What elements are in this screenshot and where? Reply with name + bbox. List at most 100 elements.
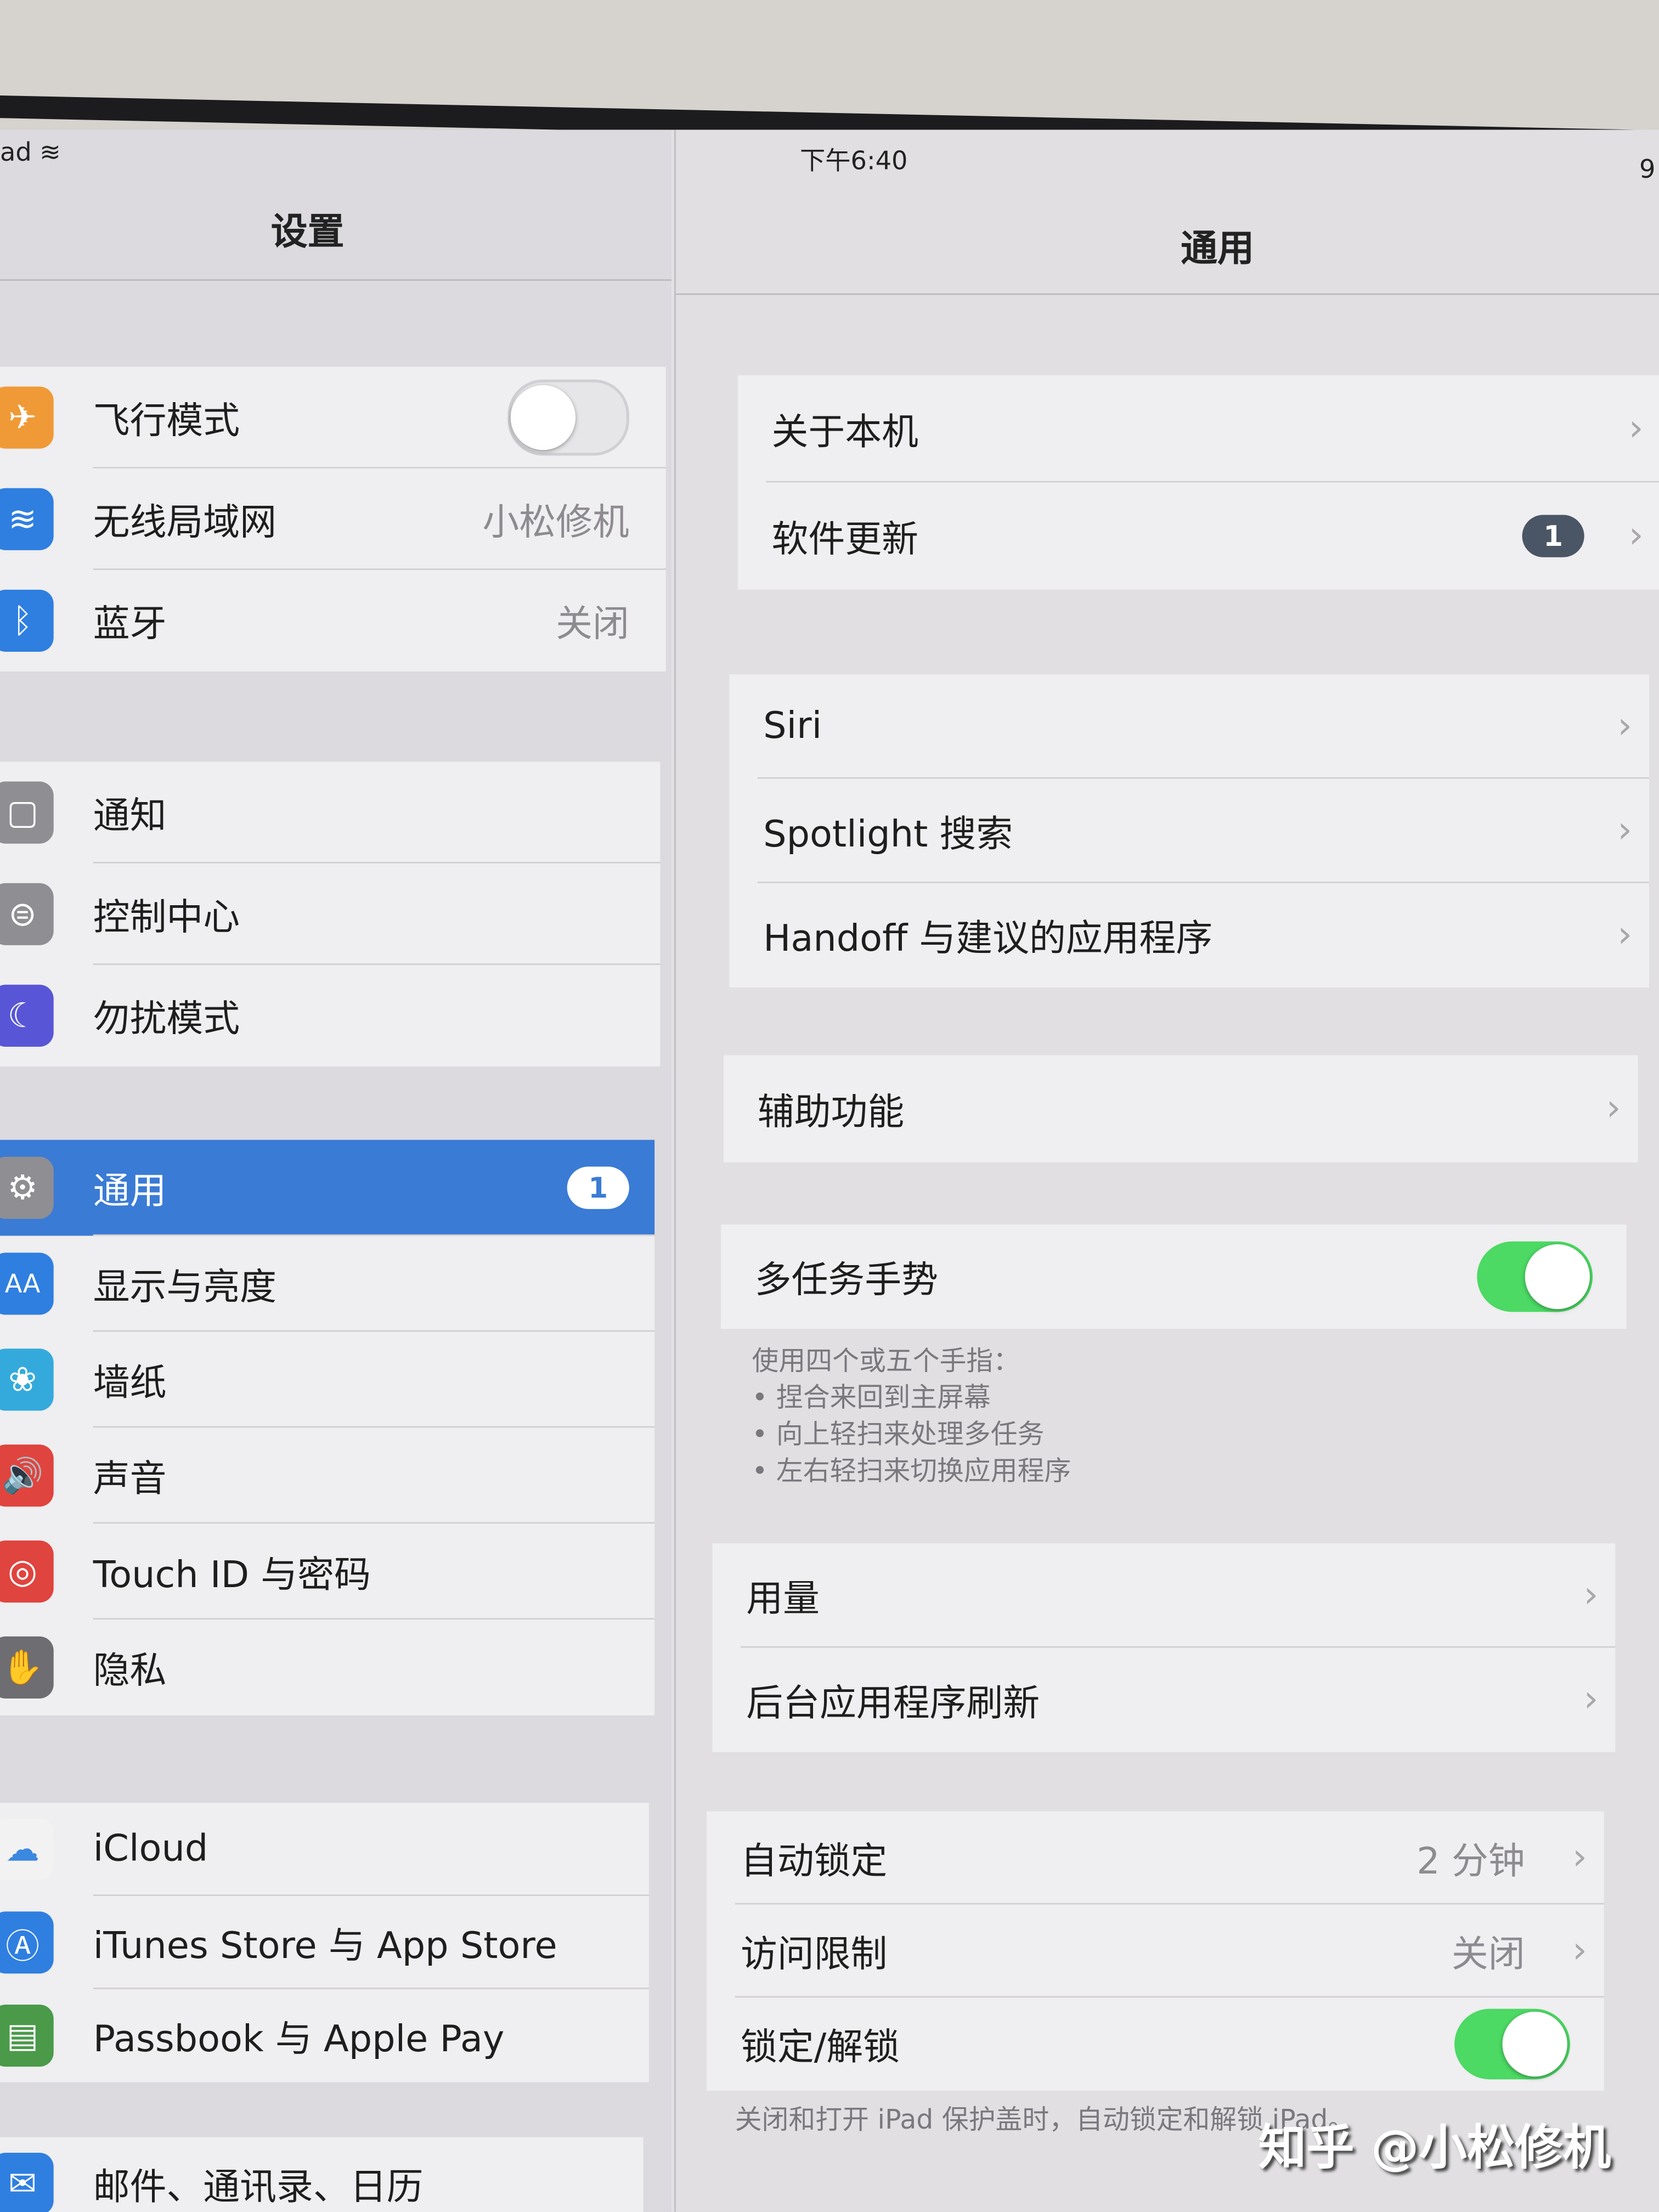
control-center-icon: ⊜ <box>0 883 54 945</box>
settings-row[interactable]: 用量 › <box>713 1543 1616 1648</box>
settings-row[interactable]: Siri › <box>729 674 1649 779</box>
sidebar-item[interactable]: ☾ 勿扰模式 <box>0 965 660 1066</box>
row-label: 后台应用程序刷新 <box>746 1682 1040 1725</box>
sidebar-item[interactable]: 🔊 声音 <box>0 1427 655 1524</box>
footer-line: • 向上轻扫来处理多任务 <box>752 1419 1045 1451</box>
settings-group: 自动锁定 2 分钟 › 访问限制 关闭 › 锁定/解锁 <box>707 1811 1604 2091</box>
settings-row[interactable]: 多任务手势 <box>721 1224 1627 1329</box>
ipad-screen: ad ≋ 设置 ✈ 飞行模式 ≋ 无线局域网 小松修机 ᛒ 蓝牙 关闭 ▢ 通知 ⊜ 控制中心 ☾ 勿扰模… <box>0 129 1659 2212</box>
divider <box>0 279 672 281</box>
settings-group: 用量 › 后台应用程序刷新 › <box>712 1543 1616 1752</box>
chevron-right-icon: › <box>1628 515 1644 557</box>
row-label: 辅助功能 <box>757 1091 905 1134</box>
divider <box>675 293 1659 295</box>
settings-group: 关于本机 › 软件更新 1 › <box>737 375 1659 590</box>
sidebar-group: ☁ iCloud ⒶiTunes Store 与 App Store ▤ Passboo… <box>0 1803 649 2083</box>
sidebar-item[interactable]: ≋ 无线局域网 小松修机 <box>0 469 666 570</box>
sidebar-item[interactable]: ◎ Touch ID 与密码 <box>0 1523 655 1620</box>
status-time: 下午6:40 <box>799 146 908 177</box>
settings-row[interactable]: 锁定/解锁 <box>707 1997 1604 2091</box>
settings-row[interactable]: 后台应用程序刷新 › <box>713 1647 1616 1752</box>
battery-label: 9 <box>1639 155 1656 185</box>
row-label: 访问限制 <box>740 1933 888 1976</box>
footer-line: 使用四个或五个手指： <box>752 1346 1020 1377</box>
sidebar-item-label: 蓝牙 <box>93 603 167 646</box>
sidebar-item[interactable]: AA 显示与亮度 <box>0 1236 655 1332</box>
sidebar-item-label: 声音 <box>93 1458 167 1500</box>
wallet-icon: ▤ <box>0 2004 54 2067</box>
chevron-right-icon: › <box>1572 1836 1587 1880</box>
page-title: 通用 <box>1181 228 1255 271</box>
row-label: 自动锁定 <box>740 1840 888 1883</box>
sidebar-item-value: 小松修机 <box>482 501 629 544</box>
toggle-knob <box>1502 2011 1567 2077</box>
footer-line: • 捏合来回到主屏幕 <box>752 1382 991 1414</box>
row-label: Handoff 与建议的应用程序 <box>763 917 1213 960</box>
gear-icon: ⚙ <box>0 1156 54 1219</box>
airplane-icon: ✈ <box>0 386 54 449</box>
sidebar-item[interactable]: ⒶiTunes Store 与 App Store <box>0 1896 649 1989</box>
row-label: 用量 <box>746 1578 820 1621</box>
sidebar-item[interactable]: ▤ Passbook 与 Apple Pay <box>0 1989 649 2083</box>
sidebar-item-label: Passbook 与 Apple Pay <box>93 2018 505 2061</box>
sidebar-item[interactable]: ✈ 飞行模式 <box>0 367 666 469</box>
settings-row[interactable]: 辅助功能 › <box>724 1055 1638 1162</box>
settings-row[interactable]: Handoff 与建议的应用程序 › <box>729 883 1649 988</box>
settings-row[interactable]: Spotlight 搜索 › <box>729 778 1649 883</box>
sidebar-item-label: 通知 <box>93 794 167 838</box>
wifi-status-icon: ≋ <box>39 138 61 168</box>
bluetooth-icon: ᛒ <box>0 589 54 652</box>
footer-line: • 左右轻扫来切换应用程序 <box>752 1455 1071 1487</box>
sidebar-item[interactable]: ✉ 邮件、通讯录、日历 <box>0 2137 644 2212</box>
sound-icon: 🔊 <box>0 1444 54 1507</box>
sidebar-item-label: 邮件、通讯录、日历 <box>93 2166 424 2209</box>
multitask-footer: 使用四个或五个手指： • 捏合来回到主屏幕 • 向上轻扫来处理多任务 • 左右轻扫来切… <box>752 1343 1071 1489</box>
sidebar-item[interactable]: ✋ 隐私 <box>0 1620 654 1716</box>
row-label: 软件更新 <box>771 518 919 561</box>
settings-row[interactable]: 访问限制 关闭 › <box>707 1904 1604 1998</box>
row-label: Spotlight 搜索 <box>763 813 1013 856</box>
toggle-knob <box>1525 1244 1590 1310</box>
toggle-knob <box>510 385 576 450</box>
sidebar-item-label: 显示与亮度 <box>93 1266 277 1308</box>
sidebar-title: 设置 <box>270 211 345 254</box>
sidebar-item[interactable]: ▢ 通知 <box>0 762 661 864</box>
sidebar-item-label: 勿扰模式 <box>93 998 240 1041</box>
photo-stage: ad ≋ 设置 ✈ 飞行模式 ≋ 无线局域网 小松修机 ᛒ 蓝牙 关闭 ▢ 通知 ⊜ 控制中心 ☾ 勿扰模… <box>0 0 1659 2212</box>
display-icon: AA <box>0 1252 54 1315</box>
fingerprint-icon: ◎ <box>0 1540 54 1603</box>
sidebar-item-label: 通用 <box>93 1170 167 1213</box>
wallpaper-icon: ❀ <box>0 1348 54 1411</box>
sidebar-item-label: iCloud <box>93 1828 208 1871</box>
settings-row[interactable]: 关于本机 › <box>738 375 1659 483</box>
sidebar-item[interactable]: ᛒ 蓝牙 关闭 <box>0 570 666 672</box>
notifications-icon: ▢ <box>0 781 54 844</box>
row-value: 2 分钟 <box>1417 1840 1525 1883</box>
sidebar-item[interactable]: ☁ iCloud <box>0 1803 649 1896</box>
chevron-right-icon: › <box>1617 705 1633 748</box>
sidebar-item[interactable]: ⊜ 控制中心 <box>0 864 661 965</box>
sidebar-item-label: 墙纸 <box>93 1362 167 1404</box>
settings-row[interactable]: 自动锁定 2 分钟 › <box>707 1812 1604 1905</box>
settings-row[interactable]: 软件更新 1 › <box>738 482 1659 589</box>
settings-sidebar: ad ≋ 设置 ✈ 飞行模式 ≋ 无线局域网 小松修机 ᛒ 蓝牙 关闭 ▢ 通知 ⊜ 控制中心 ☾ 勿扰模… <box>0 129 672 2212</box>
row-value: 关闭 <box>1451 1933 1525 1976</box>
toggle-switch[interactable] <box>1454 2008 1570 2080</box>
sidebar-item-label: 飞行模式 <box>93 399 240 443</box>
row-label: 锁定/解锁 <box>740 2026 900 2069</box>
sidebar-item-label: Touch ID 与密码 <box>93 1554 371 1596</box>
general-detail-pane: 下午6:40 9 通用 使用四个或五个手指： • 捏合来回到主屏幕 • 向上轻扫来处… <box>674 129 1659 2212</box>
sidebar-item-label: iTunes Store 与 App Store <box>93 1925 557 1967</box>
sidebar-item[interactable]: ⚙ 通用 1 <box>0 1139 655 1236</box>
sidebar-item-value: 关闭 <box>556 603 629 646</box>
settings-group: 辅助功能 › <box>724 1055 1638 1163</box>
sidebar-item[interactable]: ❀ 墙纸 <box>0 1331 655 1428</box>
airplane-mode-toggle[interactable] <box>507 379 629 456</box>
wifi-icon: ≋ <box>0 488 54 550</box>
toggle-switch[interactable] <box>1477 1241 1593 1312</box>
moon-icon: ☾ <box>0 984 54 1047</box>
mail-icon: ✉ <box>0 2152 54 2212</box>
chevron-right-icon: › <box>1617 809 1633 853</box>
app-store-icon: Ⓐ <box>0 1911 54 1974</box>
row-label: 关于本机 <box>771 411 919 454</box>
